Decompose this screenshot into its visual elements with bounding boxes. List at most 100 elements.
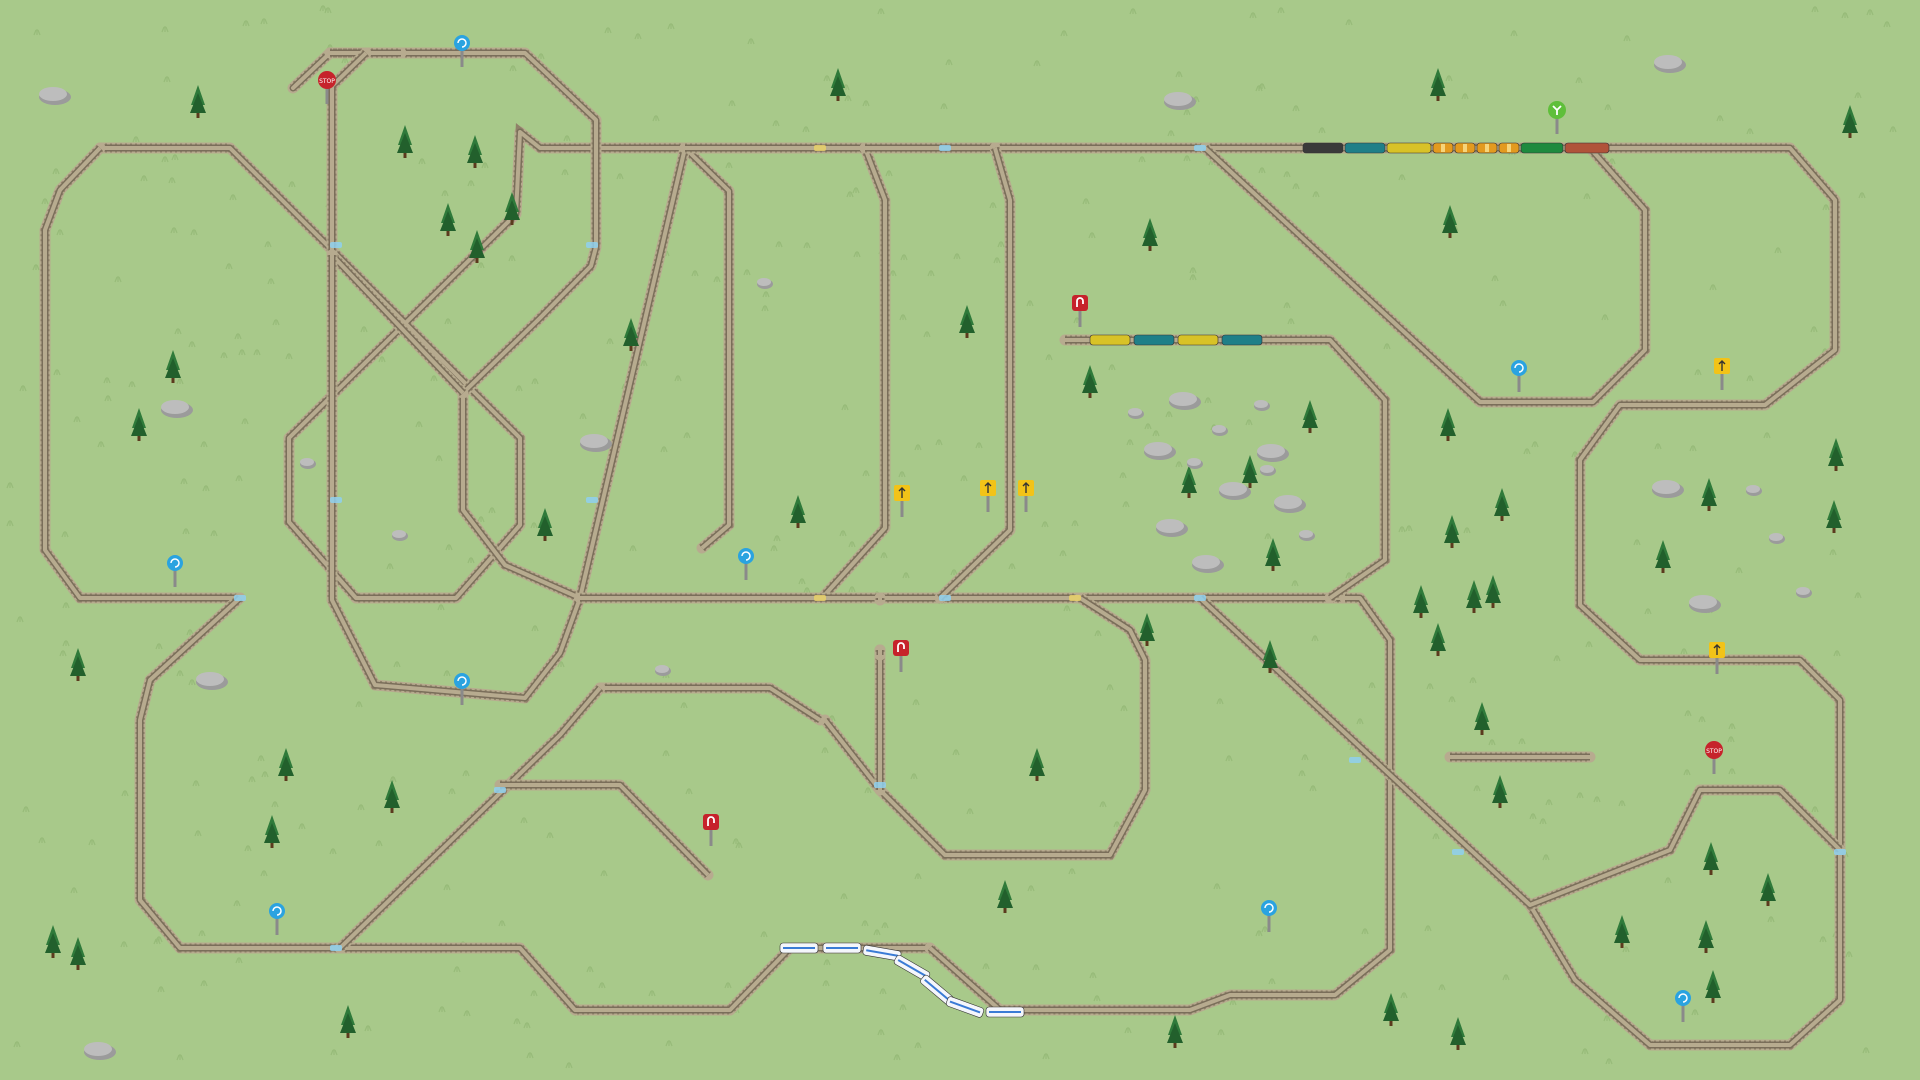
grass-tuft <box>1432 833 1440 840</box>
grass-tuft <box>997 241 1005 248</box>
grass-tuft <box>1810 326 1818 333</box>
pine-tree <box>70 648 86 681</box>
rotate-sign[interactable] <box>738 548 754 580</box>
track-sleepers <box>1065 335 1390 602</box>
speed-sign[interactable] <box>1018 480 1034 512</box>
brake-car[interactable] <box>1564 142 1610 154</box>
grass-tuft <box>1298 770 1306 777</box>
speed-sign[interactable] <box>1709 642 1725 674</box>
pine-tree <box>1826 500 1842 533</box>
brake-car-body <box>1564 142 1610 154</box>
grass-tuft <box>563 135 571 142</box>
track-switch[interactable] <box>939 145 951 151</box>
grass-tuft <box>877 1029 885 1036</box>
junction-sign[interactable] <box>1548 101 1566 134</box>
track-rails-inner <box>938 147 1012 600</box>
track-switch[interactable] <box>1194 145 1206 151</box>
game-board[interactable]: STOP STOP <box>0 0 1920 1080</box>
track-switch[interactable] <box>1349 757 1361 763</box>
track-switches[interactable] <box>234 145 1846 951</box>
grass-tuft <box>1189 274 1197 281</box>
grass-tuft <box>260 18 268 25</box>
grass-tuft <box>386 563 394 570</box>
grass-tuft <box>1889 126 1897 133</box>
grass-tuft <box>1618 800 1626 807</box>
track-segment <box>819 592 1151 861</box>
track-switch[interactable] <box>330 497 342 503</box>
grass-tuft <box>803 587 811 594</box>
reverse-sign[interactable] <box>703 814 719 846</box>
pine-tree <box>1444 515 1460 548</box>
stop-sign[interactable]: STOP <box>1705 741 1723 774</box>
track-switch[interactable] <box>494 787 506 793</box>
rotate-sign[interactable] <box>1675 990 1691 1022</box>
grass-tuft <box>1691 1009 1699 1016</box>
flat-car[interactable] <box>1386 142 1432 154</box>
grass-tuft <box>190 229 198 236</box>
rotate-sign[interactable] <box>167 555 183 587</box>
grass-tuft <box>1383 343 1391 350</box>
track-switch[interactable] <box>1452 849 1464 855</box>
track-switch[interactable] <box>814 145 826 151</box>
track-switch[interactable] <box>874 782 886 788</box>
grass-tuft <box>966 808 974 815</box>
track-switch[interactable] <box>1194 595 1206 601</box>
grass-tuft <box>176 378 184 385</box>
track-switch[interactable] <box>939 595 951 601</box>
tank-car[interactable] <box>1133 334 1175 346</box>
direction-sign[interactable] <box>894 485 910 517</box>
hs-stripe <box>783 947 815 949</box>
rotate-icon <box>1261 900 1277 916</box>
grass-tuft <box>1312 191 1320 198</box>
grass-tuft <box>885 170 893 177</box>
box-car[interactable] <box>1476 142 1498 154</box>
grass-tuft <box>945 59 953 66</box>
grass-tuft <box>1217 1029 1225 1036</box>
flat-car[interactable] <box>1177 334 1219 346</box>
passenger-car[interactable] <box>1520 142 1564 154</box>
grass-tuft <box>238 349 246 356</box>
tank-car[interactable] <box>1221 334 1263 346</box>
trains[interactable] <box>779 142 1610 1018</box>
track-switch[interactable] <box>1069 595 1081 601</box>
speed-sign[interactable] <box>1714 358 1730 390</box>
pine-tree <box>440 203 456 236</box>
pine-tree <box>70 937 86 970</box>
grass-tuft <box>1356 718 1364 725</box>
grass-tuft <box>1152 430 1160 437</box>
track-switch[interactable] <box>586 242 598 248</box>
speed-sign[interactable] <box>980 480 996 512</box>
grass-tuft <box>97 441 105 448</box>
box-car[interactable] <box>1498 142 1520 154</box>
track-switch[interactable] <box>330 945 342 951</box>
grass-tuft <box>1883 21 1891 28</box>
pine-tree <box>278 748 294 781</box>
box-car[interactable] <box>1432 142 1454 154</box>
hs-car[interactable] <box>945 996 985 1018</box>
track-switch[interactable] <box>330 242 342 248</box>
pine-tree <box>1760 873 1776 906</box>
flat-car[interactable] <box>1089 334 1131 346</box>
pine-tree <box>1265 538 1281 571</box>
track-switch[interactable] <box>586 497 598 503</box>
reverse-sign[interactable] <box>893 640 909 672</box>
pine-tree <box>340 1005 356 1038</box>
grass-tuft <box>235 957 243 964</box>
grass-tuft <box>520 817 528 824</box>
box-car[interactable] <box>1454 142 1476 154</box>
track-switch[interactable] <box>234 595 246 601</box>
grass-tuft <box>1042 1053 1050 1060</box>
hs-car[interactable] <box>985 1006 1025 1018</box>
grass-tuft <box>914 444 922 451</box>
rotate-sign[interactable] <box>1511 360 1527 392</box>
track-switch[interactable] <box>1834 849 1846 855</box>
tank-car[interactable] <box>1344 142 1386 154</box>
locomotive[interactable] <box>1302 142 1344 154</box>
grass-tuft <box>910 773 918 780</box>
rotate-sign[interactable] <box>269 903 285 935</box>
track-rails-inner <box>928 596 1392 1012</box>
hs-car[interactable] <box>822 942 862 954</box>
track-switch[interactable] <box>814 595 826 601</box>
hs-car[interactable] <box>779 942 819 954</box>
grass-tuft <box>1311 635 1319 642</box>
